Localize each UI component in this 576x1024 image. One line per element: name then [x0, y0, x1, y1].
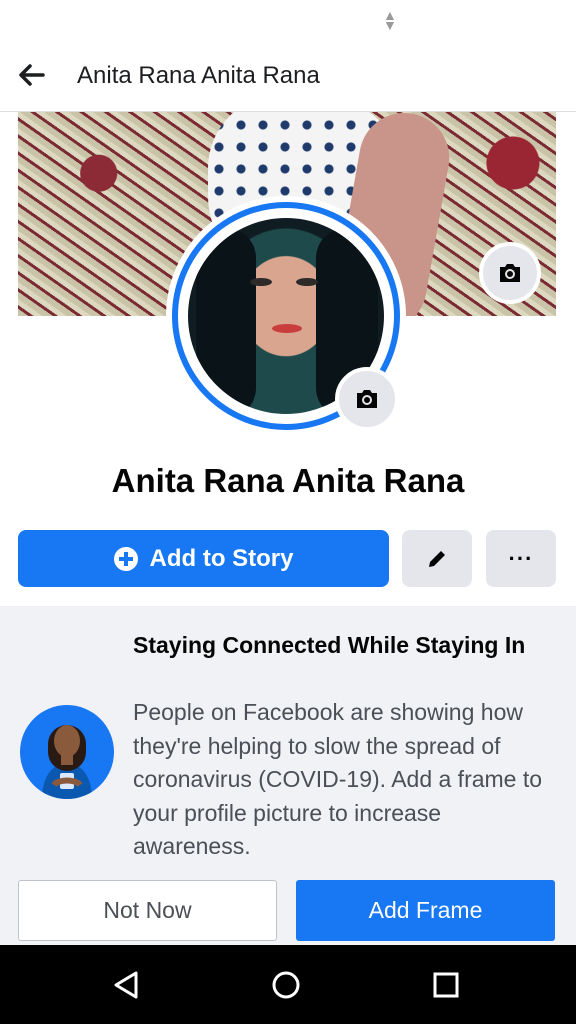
sort-arrows-icon: ▲ ▼ — [383, 7, 397, 33]
edit-profile-button[interactable] — [402, 530, 472, 587]
edit-profile-picture-button[interactable] — [335, 367, 399, 431]
nav-recents-button[interactable] — [426, 965, 466, 1005]
triangle-back-icon — [114, 971, 138, 999]
promo-body: People on Facebook are showing how they'… — [133, 699, 543, 860]
arrow-left-icon — [19, 64, 45, 86]
plus-circle-icon — [113, 546, 138, 571]
avatar-lips — [272, 324, 302, 333]
not-now-button[interactable]: Not Now — [18, 880, 277, 941]
add-to-story-label: Add to Story — [149, 544, 294, 572]
edit-cover-camera-button[interactable] — [479, 242, 541, 304]
woman-with-cup-illustration — [42, 725, 92, 799]
square-recents-icon — [433, 972, 459, 998]
nav-home-button[interactable] — [266, 965, 306, 1005]
profile-name: Anita Rana Anita Rana — [111, 462, 465, 499]
more-options-button[interactable]: ··· — [486, 530, 556, 587]
pencil-icon — [429, 550, 445, 567]
promo-title: Staying Connected While Staying In — [133, 632, 526, 658]
add-frame-button[interactable]: Add Frame — [296, 880, 555, 941]
promo-illustration — [20, 705, 114, 799]
camera-icon — [357, 390, 377, 408]
avatar-eye-left — [250, 278, 272, 286]
page-title: Anita Rana Anita Rana — [77, 62, 320, 89]
system-nav-bar — [0, 945, 576, 1024]
add-to-story-button[interactable]: Add to Story — [18, 530, 389, 587]
back-button[interactable] — [16, 60, 56, 94]
avatar-eye-right — [296, 278, 318, 286]
avatar-hair-left — [196, 228, 256, 414]
profile-frame-promo: Staying Connected While Staying In Peopl… — [0, 606, 576, 948]
app-bar: Anita Rana Anita Rana — [0, 40, 576, 112]
status-bar: ▲ ▼ — [0, 0, 576, 40]
circle-home-icon — [272, 971, 300, 999]
nav-back-button[interactable] — [106, 965, 146, 1005]
camera-icon — [500, 264, 520, 282]
